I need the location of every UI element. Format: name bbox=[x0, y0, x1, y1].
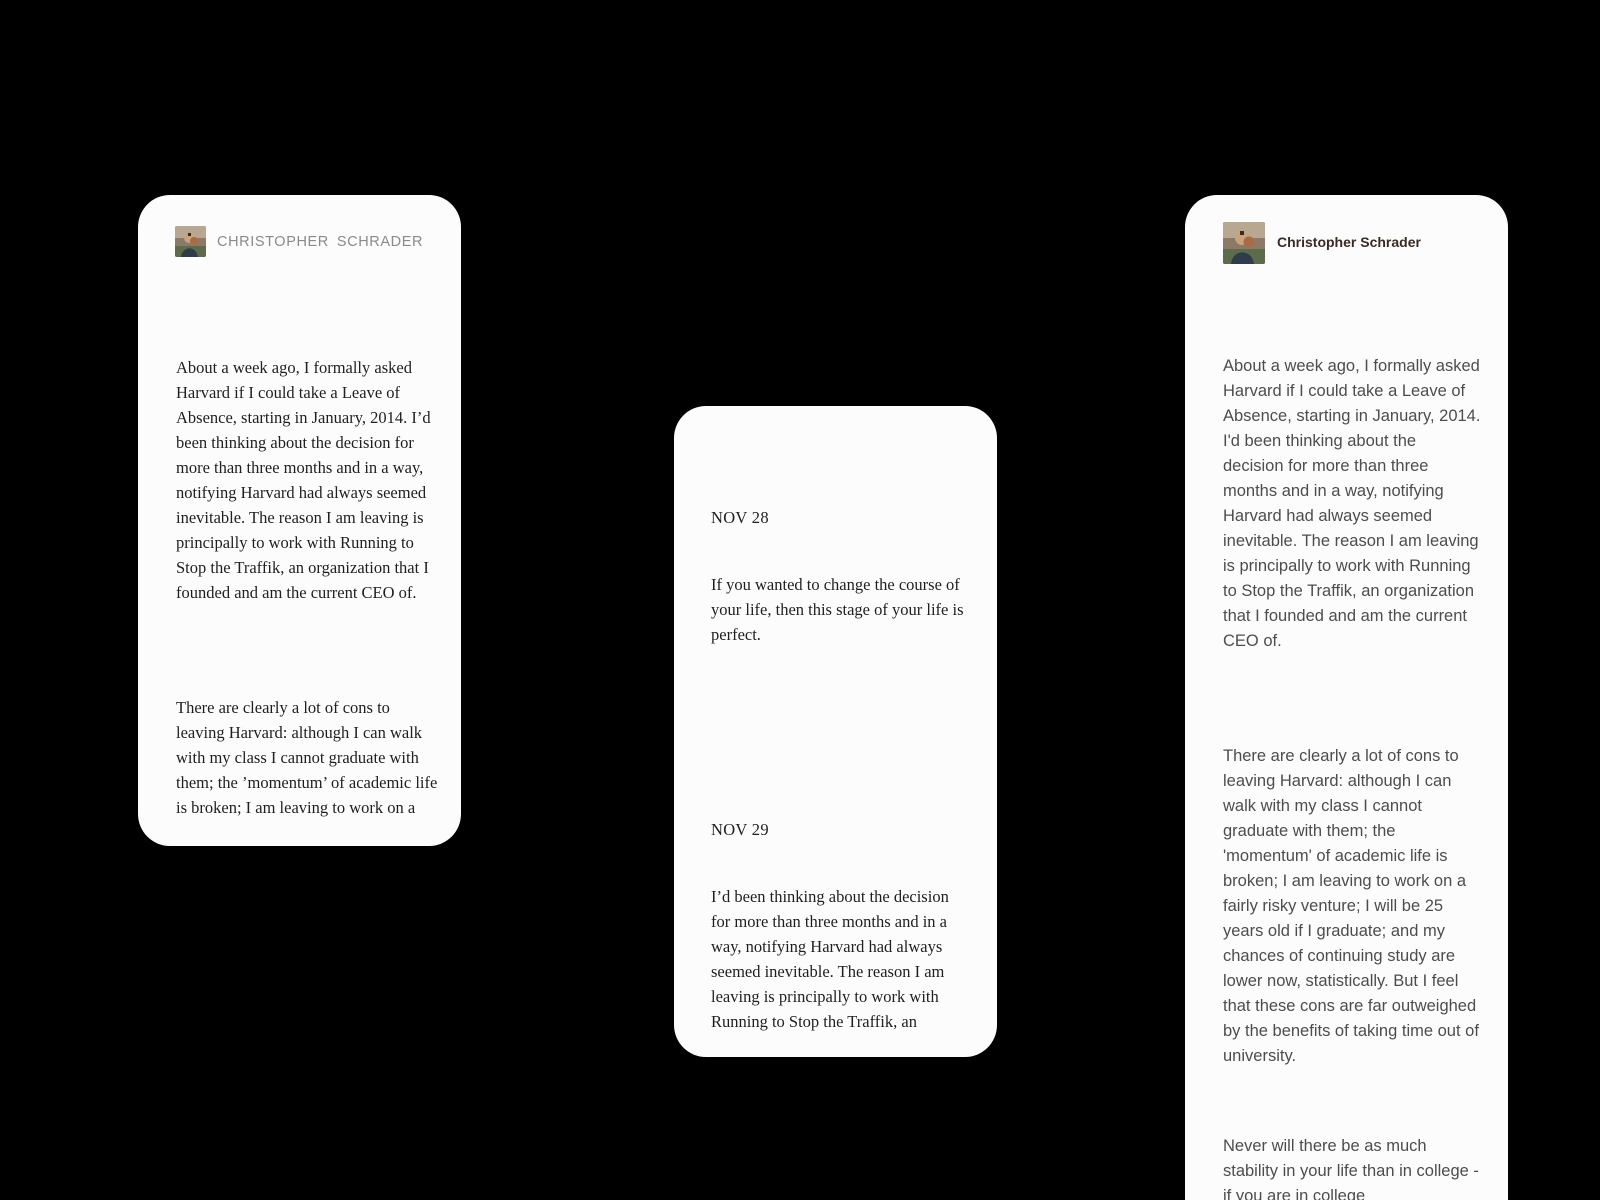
entry-date-nov-28: NOV 28 bbox=[711, 508, 769, 527]
entry-date-nov-29: NOV 29 bbox=[711, 820, 769, 839]
author-name[interactable]: CHRISTOPHER SCHRADER bbox=[217, 234, 423, 250]
entry-text-nov-28: If you wanted to change the course of yo… bbox=[711, 575, 964, 644]
author-name[interactable]: Christopher Schrader bbox=[1277, 234, 1421, 250]
post-paragraph-1: About a week ago, I formally asked Harva… bbox=[1223, 357, 1481, 650]
post-paragraph-2: There are clearly a lot of cons to leavi… bbox=[1223, 747, 1479, 1065]
avatar-photo-icon bbox=[175, 226, 206, 257]
author-last-name: SCHRADER bbox=[336, 234, 424, 250]
left-post-card: CHRISTOPHER SCHRADER About a week ago, I … bbox=[138, 195, 461, 846]
post-paragraph-3: Never will there be as much stability in… bbox=[1223, 1137, 1479, 1200]
author-avatar[interactable] bbox=[1223, 222, 1265, 264]
author-avatar[interactable] bbox=[175, 226, 206, 257]
right-post-card: Christopher Schrader About a week ago, I… bbox=[1185, 195, 1508, 1200]
entry-text-nov-29: I’d been thinking about the decision for… bbox=[711, 887, 949, 1031]
avatar-photo-icon bbox=[1223, 222, 1265, 264]
author-first-name: CHRISTOPHER bbox=[217, 234, 329, 250]
center-journal-card: NOV 28 If you wanted to change the cours… bbox=[674, 406, 997, 1057]
post-paragraph-1: About a week ago, I formally asked Harva… bbox=[176, 358, 431, 602]
canvas: CHRISTOPHER SCHRADER About a week ago, I … bbox=[0, 0, 1600, 1200]
post-paragraph-2: There are clearly a lot of cons to leavi… bbox=[176, 698, 438, 817]
